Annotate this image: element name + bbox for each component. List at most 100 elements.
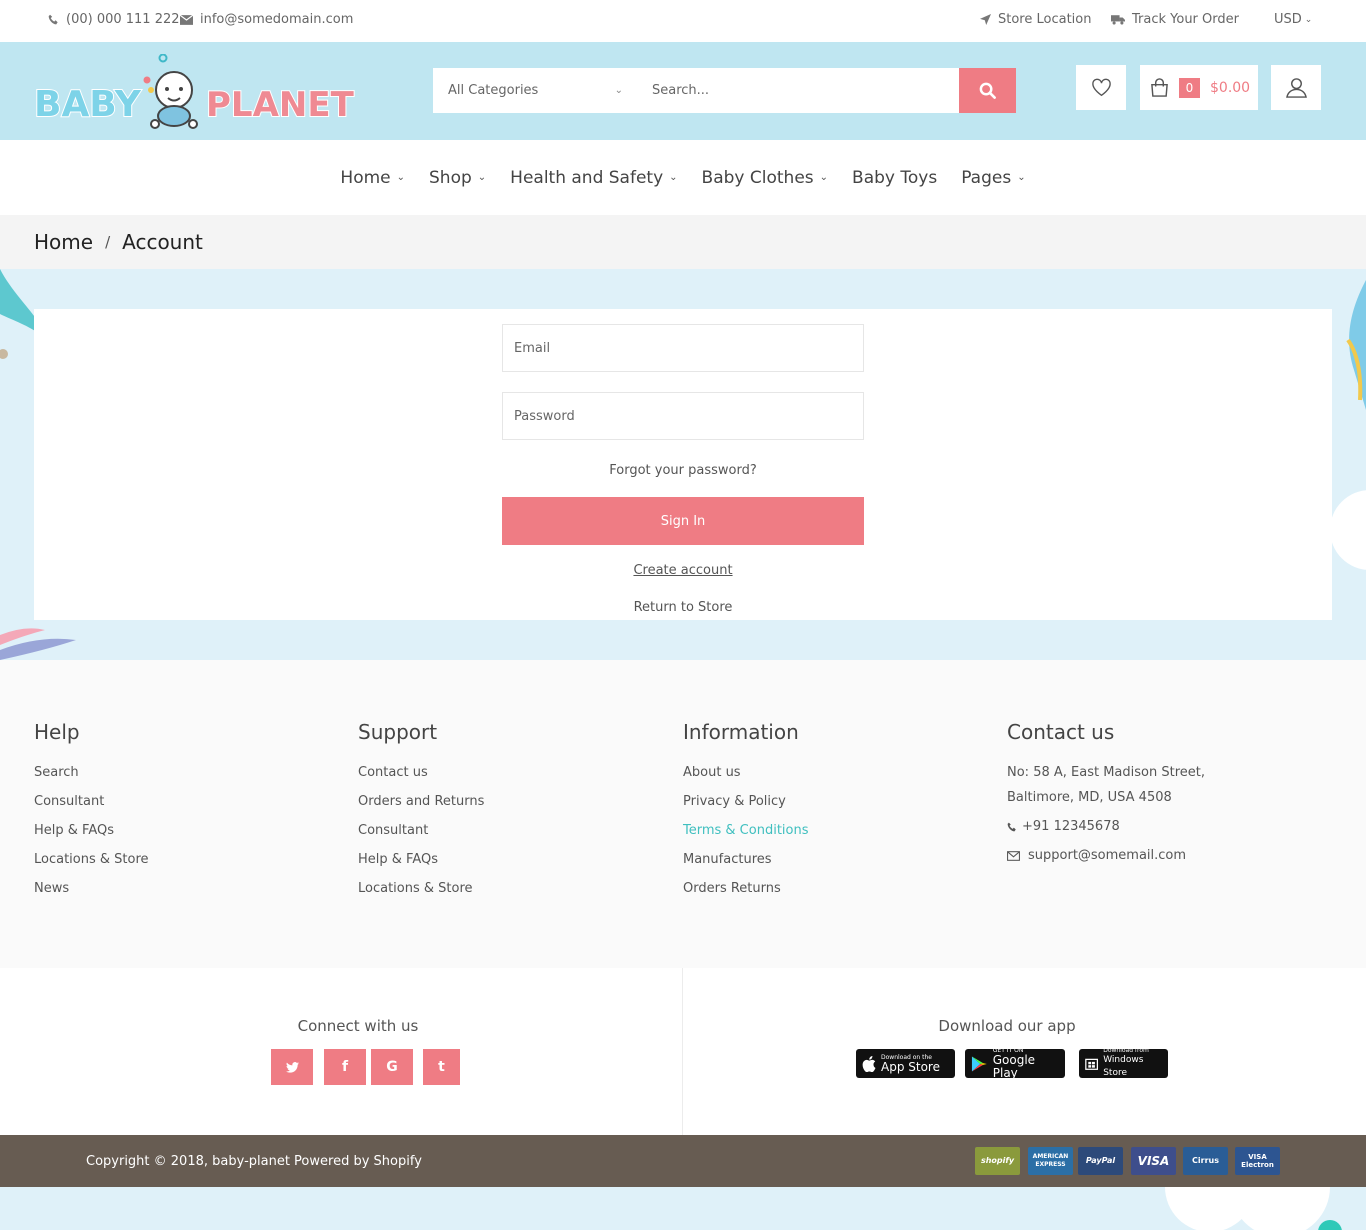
paypal-icon: PayPal — [1078, 1147, 1123, 1175]
footer-link[interactable]: Locations & Store — [358, 881, 484, 910]
topbar-email[interactable]: info@somedomain.com — [180, 12, 353, 27]
search-input[interactable] — [638, 68, 959, 113]
app-title: Download our app — [938, 1017, 1076, 1035]
footer-link[interactable]: About us — [683, 765, 809, 794]
footer-link[interactable]: Locations & Store — [34, 852, 149, 881]
chevron-down-icon: ⌄ — [477, 172, 487, 183]
currency-label: USD — [1274, 12, 1302, 27]
wishlist-button[interactable] — [1076, 65, 1126, 110]
main-nav: Home ⌄ Shop ⌄ Health and Safety ⌄ Baby C… — [0, 140, 1366, 215]
apple-icon — [862, 1055, 876, 1072]
store-location-link[interactable]: Store Location — [980, 12, 1091, 27]
footer-link[interactable]: Contact us — [358, 765, 484, 794]
decorative-cloud-right — [1330, 490, 1366, 570]
contact-phone: +91 12345678 — [1007, 819, 1205, 834]
nav-item-shop[interactable]: Shop ⌄ — [429, 168, 486, 188]
footer-link[interactable]: Orders and Returns — [358, 794, 484, 823]
chevron-down-icon: ⌄ — [1304, 14, 1313, 25]
tumblr-button[interactable]: t — [423, 1049, 460, 1085]
contact-email[interactable]: support@somemail.com — [1007, 848, 1205, 863]
nav-item-label: Home — [340, 167, 391, 188]
payment-label: shopify — [980, 1156, 1015, 1165]
payment-label: Cirrus — [1192, 1156, 1219, 1165]
cart-button[interactable]: 0 $0.00 — [1140, 65, 1258, 110]
phone-icon — [1007, 822, 1016, 831]
google-button[interactable]: G — [371, 1049, 413, 1085]
copyright-bar: Copyright © 2018, baby-planet Powered by… — [0, 1135, 1366, 1187]
footer-link-active[interactable]: Terms & Conditions — [683, 823, 809, 852]
facebook-button[interactable]: f — [324, 1049, 366, 1085]
footer-link[interactable]: Search — [34, 765, 149, 794]
amex-icon: AMERICAN EXPRESS — [1028, 1147, 1073, 1175]
password-field[interactable] — [502, 392, 864, 440]
breadcrumb-home[interactable]: Home — [34, 230, 93, 254]
footer-link[interactable]: Consultant — [358, 823, 484, 852]
baby-mascot-icon — [143, 53, 198, 129]
currency-select[interactable]: USD ⌄ — [1274, 12, 1312, 27]
user-icon — [1285, 78, 1307, 98]
app-store-button[interactable]: Download on the App Store — [856, 1049, 955, 1078]
topbar-phone-text: (00) 000 111 222 — [66, 12, 180, 27]
footer-link[interactable]: News — [34, 881, 149, 910]
nav-item-baby-clothes[interactable]: Baby Clothes ⌄ — [702, 168, 828, 188]
decorative-wave-bottom-left — [0, 628, 76, 660]
nav-item-label: Shop — [429, 167, 472, 188]
svg-text:BABY: BABY — [34, 84, 142, 125]
nav-item-home[interactable]: Home ⌄ — [340, 168, 405, 188]
return-to-store-link[interactable]: Return to Store — [502, 600, 864, 615]
nav-item-pages[interactable]: Pages ⌄ — [961, 168, 1025, 188]
chevron-down-icon: ⌄ — [1017, 172, 1026, 183]
nav-item-label: Baby Toys — [852, 167, 938, 188]
footer-link[interactable]: Orders Returns — [683, 881, 809, 910]
footer-information-title: Information — [683, 720, 799, 744]
payment-label: VISA Electron — [1241, 1153, 1274, 1169]
footer-help-title: Help — [34, 720, 80, 744]
chevron-down-icon: ⌄ — [614, 85, 623, 96]
google-play-button[interactable]: GET IT ON Google Play — [965, 1047, 1065, 1080]
envelope-icon — [180, 14, 193, 25]
search-button[interactable] — [959, 68, 1016, 113]
forgot-password-link[interactable]: Forgot your password? — [502, 463, 864, 478]
google-play-big: Google Play — [992, 1053, 1036, 1080]
topbar-email-text: info@somedomain.com — [200, 12, 354, 27]
footer-support-column: Support Contact us Orders and Returns Co… — [358, 720, 484, 910]
nav-item-health-safety[interactable]: Health and Safety ⌄ — [510, 168, 677, 188]
twitter-button[interactable] — [271, 1049, 313, 1085]
windows-store-big: Windows Store — [1103, 1055, 1144, 1078]
footer-link[interactable]: Help & FAQs — [358, 852, 484, 881]
decorative-shape-right — [1346, 280, 1366, 410]
visa-icon: VISA — [1131, 1147, 1176, 1175]
facebook-icon: f — [341, 1059, 349, 1075]
search-icon — [979, 82, 996, 99]
windows-store-button[interactable]: Download from Windows Store — [1079, 1047, 1168, 1078]
footer-link[interactable]: Manufactures — [683, 852, 809, 881]
payment-label: PayPal — [1085, 1156, 1116, 1165]
site-logo[interactable]: BABY PLANET — [33, 53, 359, 129]
shopping-bag-icon — [1151, 78, 1168, 97]
chevron-down-icon: ⌄ — [819, 172, 829, 183]
create-account-link[interactable]: Create account — [502, 563, 864, 578]
login-panel: Forgot your password? Sign In Create acc… — [34, 309, 1332, 620]
footer-link[interactable]: Consultant — [34, 794, 149, 823]
envelope-icon — [1007, 850, 1020, 861]
track-order-link[interactable]: Track Your Order — [1111, 12, 1239, 27]
location-arrow-icon — [980, 14, 991, 25]
email-field[interactable] — [502, 324, 864, 372]
nav-item-baby-toys[interactable]: Baby Toys — [852, 168, 937, 188]
heart-icon — [1091, 78, 1111, 97]
account-button[interactable] — [1271, 65, 1321, 110]
category-select-label: All Categories — [448, 83, 539, 98]
payment-label: VISA — [1137, 1154, 1170, 1168]
cart-count-badge: 0 — [1179, 77, 1200, 98]
google-icon: G — [386, 1059, 398, 1075]
windows-store-icon — [1085, 1058, 1098, 1070]
breadcrumb: Home / Account — [0, 215, 1366, 269]
breadcrumb-current: Account — [122, 230, 203, 254]
footer-link[interactable]: Help & FAQs — [34, 823, 149, 852]
footer-link[interactable]: Privacy & Policy — [683, 794, 809, 823]
payment-label: AMERICAN EXPRESS — [1032, 1153, 1069, 1168]
tumblr-icon: t — [438, 1059, 445, 1075]
visa-electron-icon: VISA Electron — [1235, 1147, 1280, 1175]
sign-in-button[interactable]: Sign In — [502, 497, 864, 545]
category-select[interactable]: All Categories ⌄ — [433, 68, 638, 113]
